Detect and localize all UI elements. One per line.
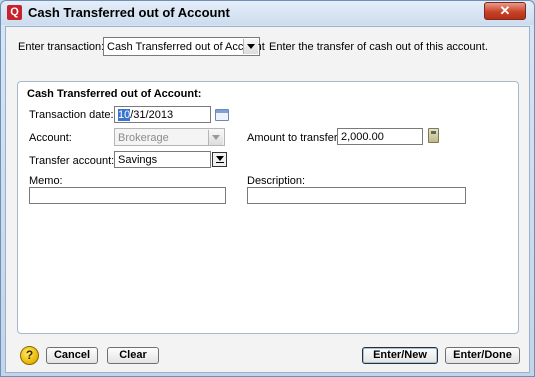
help-icon[interactable]: ? [20, 346, 39, 365]
calculator-icon[interactable] [428, 128, 439, 143]
transfer-account-label: Transfer account: [29, 155, 115, 167]
dialog-body: Enter transaction: Cash Transferred out … [5, 26, 530, 373]
transaction-date-field[interactable]: 10/31/2013 [114, 106, 211, 123]
transfer-account-field[interactable]: Savings [114, 151, 211, 168]
transaction-hint: Enter the transfer of cash out of this a… [269, 41, 488, 53]
calendar-icon[interactable] [215, 109, 229, 121]
enter-done-button[interactable]: Enter/Done [445, 347, 520, 364]
transaction-date-selected: 10 [118, 109, 131, 121]
account-label: Account: [29, 132, 72, 144]
window-title: Cash Transferred out of Account [28, 5, 230, 20]
chevron-down-icon[interactable] [243, 39, 258, 54]
enter-transaction-label: Enter transaction: [18, 41, 105, 53]
title-bar: Q Cash Transferred out of Account ✕ [1, 1, 534, 25]
app-icon[interactable]: Q [7, 5, 22, 20]
close-button[interactable]: ✕ [484, 2, 526, 20]
chevron-down-icon [208, 130, 223, 145]
description-field[interactable] [247, 187, 466, 204]
amount-label: Amount to transfer: [247, 132, 341, 144]
transaction-date-label: Transaction date: [29, 109, 114, 121]
cancel-button[interactable]: Cancel [46, 347, 98, 364]
memo-label: Memo: [29, 175, 63, 187]
transfer-account-value: Savings [118, 154, 158, 166]
panel-title: Cash Transferred out of Account: [27, 88, 202, 100]
clear-button[interactable]: Clear [107, 347, 159, 364]
enter-new-button[interactable]: Enter/New [362, 347, 438, 364]
transaction-panel: Cash Transferred out of Account: Transac… [17, 81, 519, 334]
description-label: Description: [247, 175, 306, 187]
transaction-type-value: Cash Transferred out of Account [107, 41, 265, 53]
account-value: Brokerage [118, 132, 169, 144]
amount-value: 2,000.00 [341, 131, 384, 143]
memo-field[interactable] [29, 187, 226, 204]
dialog-window: Q Cash Transferred out of Account ✕ Ente… [0, 0, 535, 377]
lookup-icon[interactable] [212, 152, 227, 167]
account-select: Brokerage [114, 128, 225, 146]
transaction-date-rest: /31/2013 [130, 109, 174, 121]
transaction-type-select[interactable]: Cash Transferred out of Account [103, 37, 265, 56]
amount-field[interactable]: 2,000.00 [337, 128, 423, 145]
